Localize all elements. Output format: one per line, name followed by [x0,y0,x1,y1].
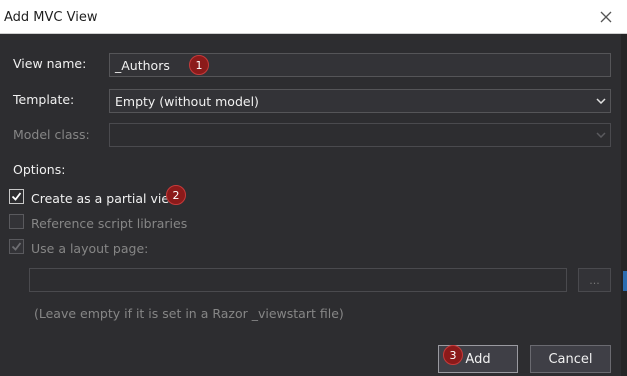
view-name-input[interactable]: _Authors [109,53,611,77]
layout-hint: (Leave empty if it is set in a Razor _vi… [34,306,344,321]
template-select[interactable]: Empty (without model) [109,89,611,113]
partial-view-checkbox[interactable] [9,189,24,204]
title-bar: Add MVC View [0,0,627,34]
model-class-label: Model class: [13,127,90,142]
annotation-badge-1: 1 [189,55,209,75]
layout-path-input[interactable] [29,268,567,292]
cancel-button[interactable]: Cancel [530,345,611,373]
template-label: Template: [13,92,75,107]
dialog-title: Add MVC View [4,10,98,25]
checkmark-icon [11,192,22,201]
close-icon[interactable] [597,8,615,26]
chevron-down-icon [596,132,606,138]
view-name-value: _Authors [115,58,170,73]
background-scroll-indicator [623,271,627,291]
options-label: Options: [13,162,66,177]
partial-view-label: Create as a partial view [31,191,180,206]
cancel-button-label: Cancel [548,351,593,367]
template-value: Empty (without model) [115,94,259,109]
layout-page-checkbox[interactable] [9,239,24,254]
layout-page-label: Use a layout page: [31,241,149,256]
script-libraries-label: Reference script libraries [31,216,188,231]
annotation-badge-2: 2 [166,185,186,205]
script-libraries-checkbox[interactable] [9,214,24,229]
annotation-badge-3: 3 [443,345,463,365]
background-window-edge [621,34,627,376]
view-name-label: View name: [13,56,87,71]
browse-button[interactable]: ... [578,268,611,292]
model-class-select[interactable] [109,123,611,147]
checkmark-icon [11,242,22,251]
add-button-label: Add [465,351,491,367]
chevron-down-icon [596,98,606,104]
